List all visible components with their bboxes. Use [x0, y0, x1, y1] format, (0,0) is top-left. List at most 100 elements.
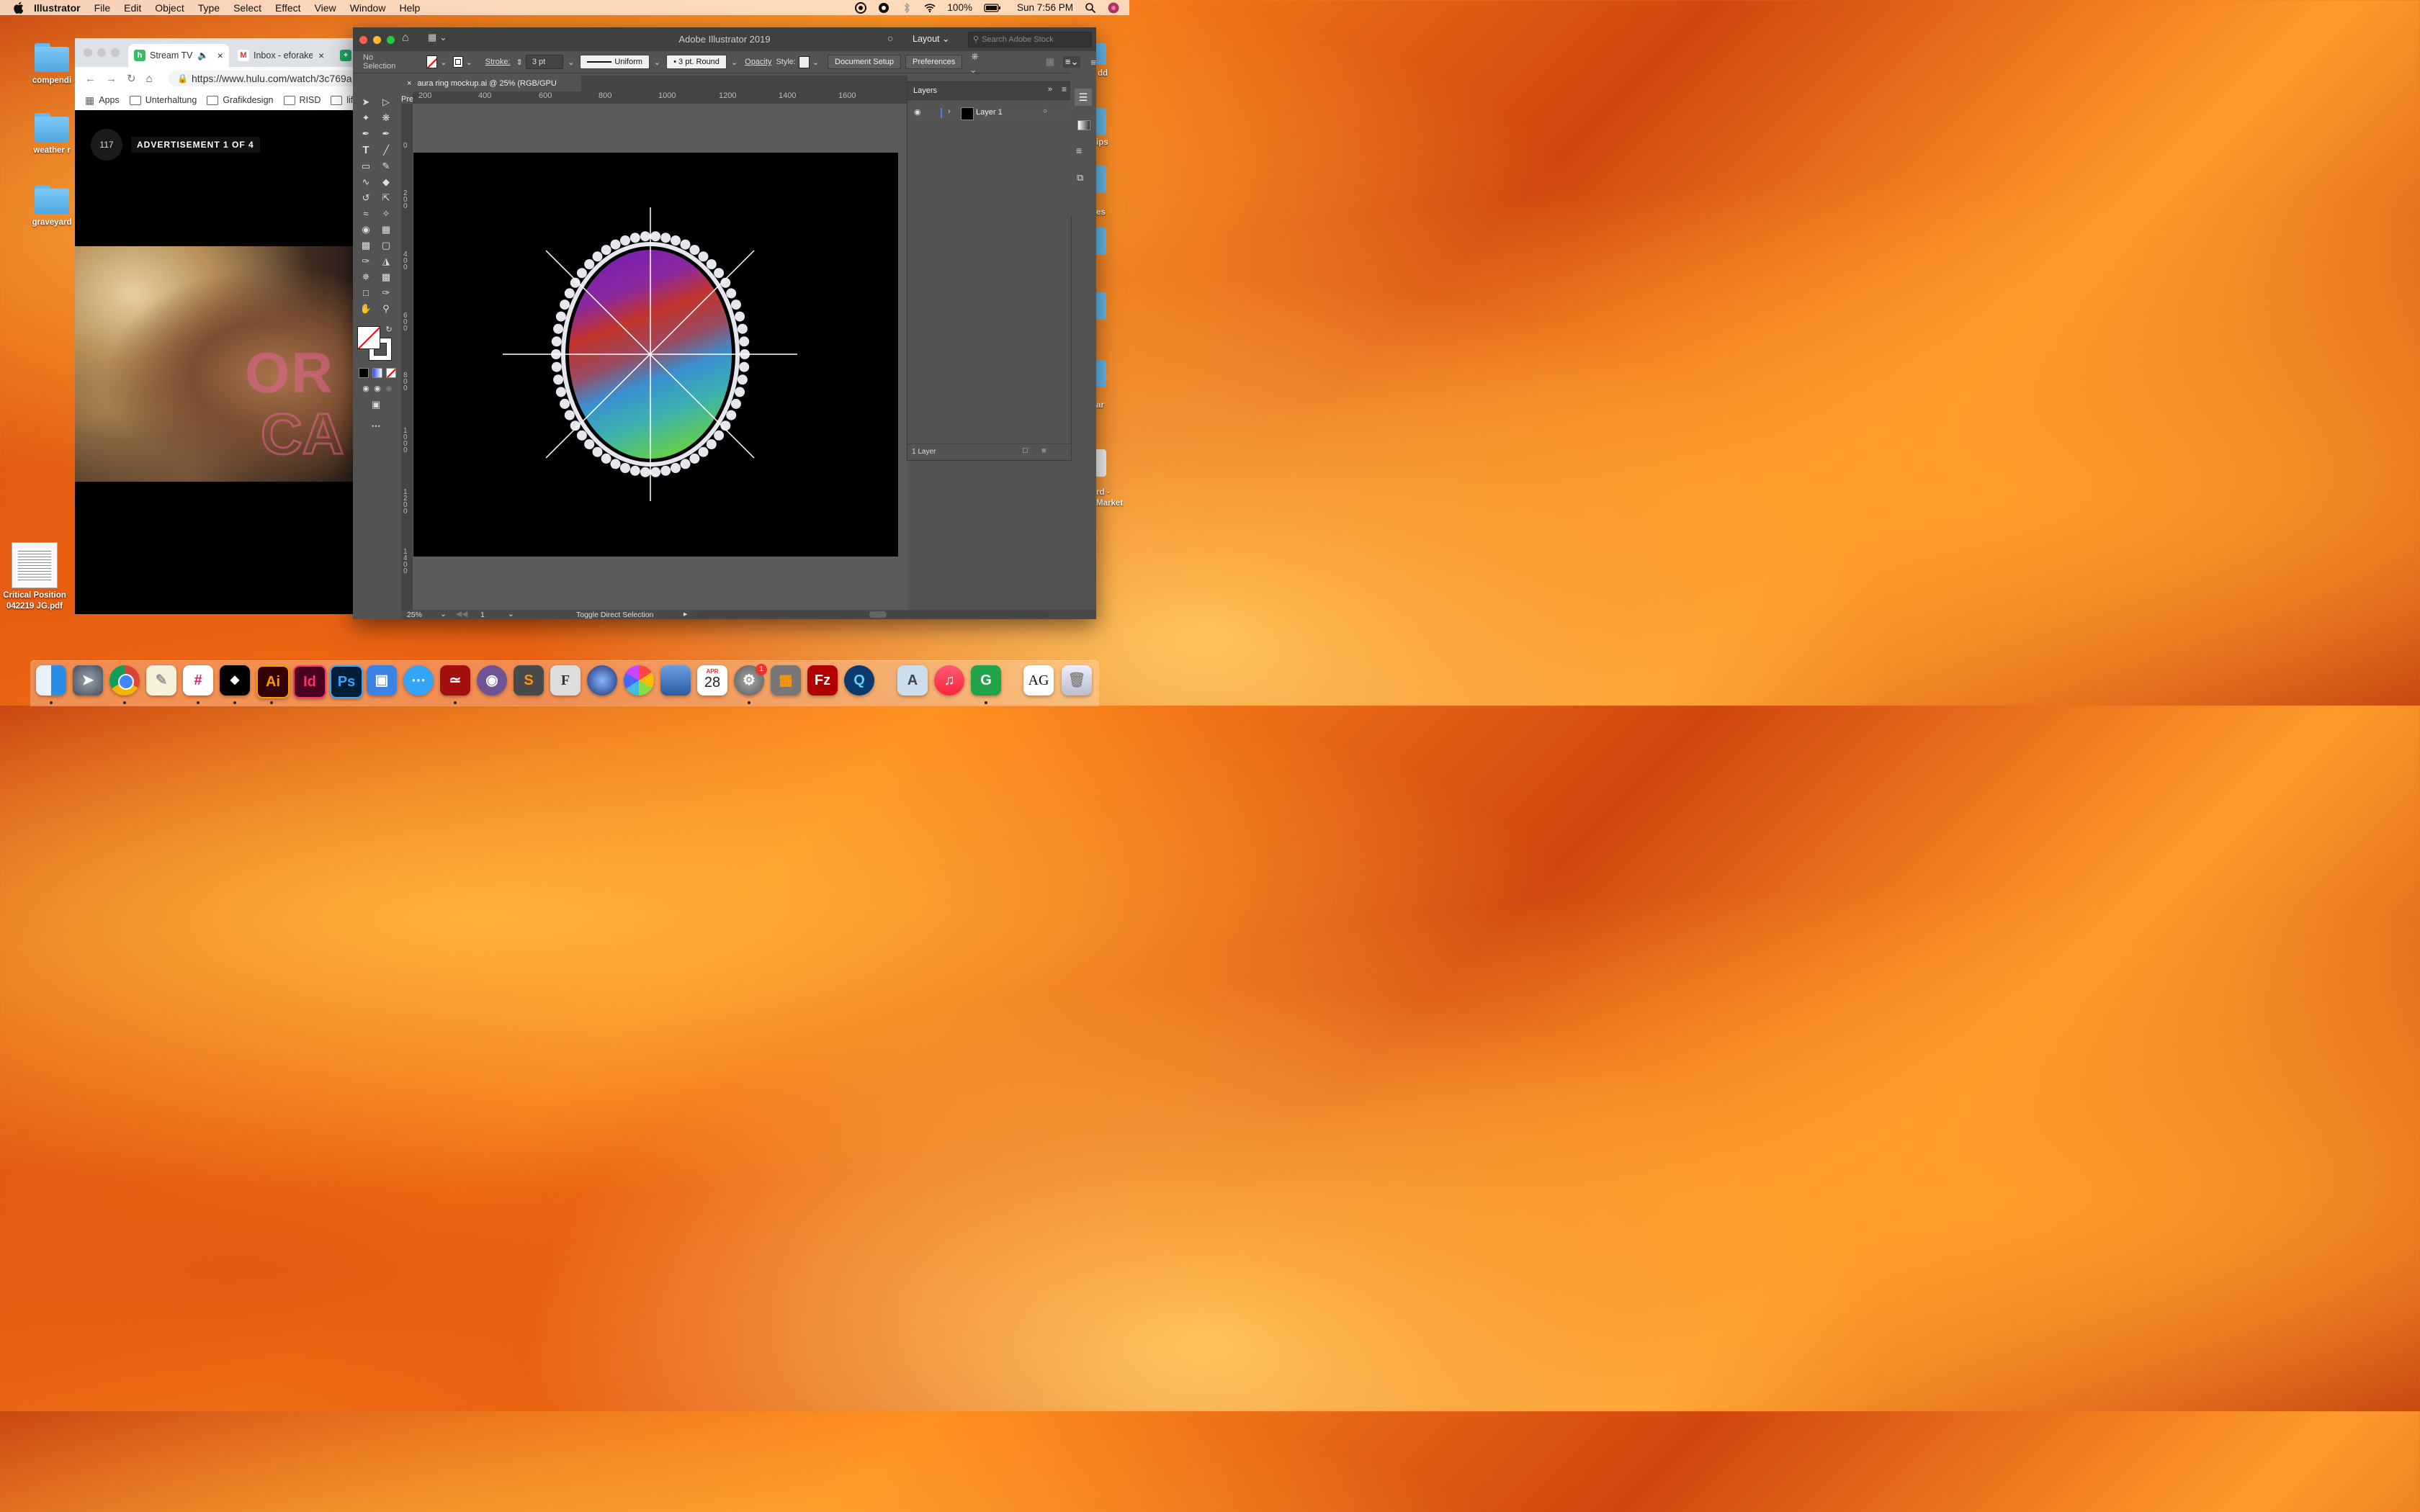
keynote-icon[interactable]: ▣ [367, 665, 397, 696]
spotlight-icon[interactable] [1085, 2, 1096, 14]
curvature-tool-icon[interactable]: ✒ [380, 127, 393, 140]
speaker-icon[interactable]: 🔈 [197, 50, 209, 61]
home-icon[interactable]: ⌂ [146, 73, 153, 85]
document-ag-icon[interactable]: AG [1023, 665, 1054, 696]
layers-panel-icon[interactable]: ☰ [1075, 89, 1092, 106]
line-tool-icon[interactable]: ╱ [380, 144, 393, 157]
perspective-grid-tool-icon[interactable]: ▦ [380, 223, 393, 236]
finder-icon[interactable] [36, 665, 66, 696]
desktop-partial-icon[interactable] [1096, 449, 1106, 477]
artboard-nav-icon[interactable]: ◀◀ [456, 610, 467, 618]
layer-row[interactable]: ◉ › Layer 1 ○ [908, 105, 1071, 121]
launchpad-icon[interactable]: ➤ [73, 665, 103, 696]
expand-chevron-icon[interactable]: › [948, 107, 951, 116]
horizontal-ruler[interactable]: 200 400 600 800 1000 1200 1400 1600 [413, 91, 908, 104]
stroke-weight-field[interactable]: 3 pt [525, 55, 564, 69]
magic-wand-tool-icon[interactable]: ✦ [359, 112, 372, 125]
stroke-dropdown-icon[interactable]: ⌄ [466, 58, 472, 67]
window-close-button[interactable] [84, 48, 92, 57]
document-tab[interactable]: ×aura ring mockup.ai @ 25% (RGB/GPU Prev… [401, 76, 581, 104]
menu-select[interactable]: Select [233, 2, 261, 14]
shape-builder-tool-icon[interactable]: ◉ [359, 223, 372, 236]
desktop-partial-icon[interactable] [1096, 108, 1106, 135]
address-bar[interactable]: 🔒 https://www.hulu.com/watch/3c769a [169, 71, 363, 86]
brush-dropdown[interactable]: • 3 pt. Round [666, 55, 727, 69]
blend-tool-icon[interactable]: ◮ [380, 255, 393, 268]
tidal-icon[interactable]: ◆ [220, 665, 250, 696]
apple-icon[interactable] [13, 1, 24, 14]
fill-dropdown-icon[interactable]: ⌄ [440, 58, 447, 67]
menu-effect[interactable]: Effect [275, 2, 301, 14]
graph-tool-icon[interactable]: ▩ [380, 271, 393, 284]
opacity-label[interactable]: Opacity [745, 58, 771, 66]
panel-menu-icon[interactable]: ≡ [1062, 84, 1067, 94]
artboard-number-field[interactable]: 1 [480, 611, 485, 619]
menu-window[interactable]: Window [350, 2, 386, 14]
target-circle-icon[interactable]: ○ [1043, 107, 1047, 115]
document-setup-button[interactable]: Document Setup [828, 55, 901, 69]
menu-object[interactable]: Object [155, 2, 184, 14]
photos-icon[interactable] [624, 665, 654, 696]
align-panel-icon[interactable]: ≡ [1076, 145, 1082, 156]
stroke-label[interactable]: Stroke: [485, 58, 511, 66]
canvas-pasteboard[interactable] [413, 104, 908, 610]
artboard[interactable] [413, 153, 898, 557]
itunes-icon[interactable]: ♫ [934, 665, 964, 696]
rectangle-tool-icon[interactable]: ▭ [359, 160, 372, 173]
puppet-warp-tool-icon[interactable]: ✧ [380, 207, 393, 220]
sublime-text-icon[interactable]: S [514, 665, 544, 696]
preferences-button[interactable]: Preferences [905, 55, 963, 69]
swap-fill-stroke-icon[interactable]: ↻ [382, 323, 395, 336]
zoom-dropdown-icon[interactable]: ⌄ [440, 610, 447, 618]
artboard-dropdown-icon[interactable]: ⌄ [508, 610, 514, 618]
applications-folder-icon[interactable]: A [897, 665, 928, 696]
eraser-tool-icon[interactable]: ◆ [380, 176, 393, 189]
video-frame[interactable]: OR CA [75, 246, 363, 482]
layer-name[interactable]: Layer 1 [976, 108, 1003, 117]
indesign-dock-icon[interactable]: Id [293, 665, 326, 698]
desktop-partial-icon[interactable] [1096, 166, 1106, 193]
panel-menu-icon[interactable]: ≡ [1090, 57, 1096, 68]
arrange-icon[interactable]: ⎈ ⌄ [971, 50, 983, 73]
style-swatch[interactable] [798, 55, 810, 68]
calendar-icon[interactable]: APR 28 [697, 665, 727, 696]
zoom-level-field[interactable]: 25% [407, 611, 422, 619]
github-desktop-icon[interactable]: ◉ [477, 665, 507, 696]
stroke-swatch[interactable] [452, 56, 463, 68]
lightbulb-icon[interactable]: ○ [887, 32, 893, 44]
quicktime-icon[interactable]: Q [844, 665, 874, 696]
menu-type[interactable]: Type [198, 2, 220, 14]
scale-tool-icon[interactable]: ⇱ [380, 192, 393, 204]
fill-swatch[interactable] [426, 55, 438, 68]
battery-icon[interactable] [984, 2, 1001, 14]
menu-file[interactable]: File [94, 2, 111, 14]
calculator-icon[interactable]: ▦ [771, 665, 801, 696]
vertical-ruler[interactable]: 0 200 400 600 800 1000 1200 1400 [401, 104, 413, 610]
stroke-weight-dropdown-icon[interactable]: ⌄ [568, 58, 574, 67]
pen-tool-icon[interactable]: ✒ [359, 127, 372, 140]
style-dropdown-icon[interactable]: ⌄ [812, 58, 819, 67]
fontbook-icon[interactable]: F [550, 665, 581, 696]
type-tool-icon[interactable]: T [359, 144, 372, 157]
menu-view[interactable]: View [315, 2, 336, 14]
menu-help[interactable]: Help [399, 2, 420, 14]
width-tool-icon[interactable]: ≈ [359, 207, 372, 220]
edit-toolbar-icon[interactable]: ⋯ [369, 420, 382, 433]
gradient-button[interactable] [372, 368, 382, 378]
menu-app-name[interactable]: Illustrator [34, 2, 81, 14]
gradient-tool-icon[interactable]: ▢ [380, 239, 393, 252]
delete-layer-icon[interactable]: ■ [1041, 446, 1047, 455]
forward-icon[interactable]: → [106, 73, 117, 85]
symbol-sprayer-tool-icon[interactable]: ✵ [359, 271, 372, 284]
direct-selection-tool-icon[interactable]: ▷ [380, 96, 393, 109]
messages-icon[interactable]: ⋯ [403, 665, 434, 696]
reload-icon[interactable]: ↻ [127, 72, 136, 85]
illustrator-dock-icon[interactable]: Ai [256, 665, 290, 698]
desktop-partial-icon[interactable] [1096, 292, 1106, 320]
acrobat-icon[interactable]: ≃ [440, 665, 470, 696]
textedit-icon[interactable]: ✎ [146, 665, 176, 696]
profile-dropdown-icon[interactable]: ⌄ [654, 58, 660, 67]
rotate-tool-icon[interactable]: ↺ [359, 192, 372, 204]
sync-icon[interactable] [878, 2, 889, 14]
color-button[interactable] [359, 368, 369, 378]
